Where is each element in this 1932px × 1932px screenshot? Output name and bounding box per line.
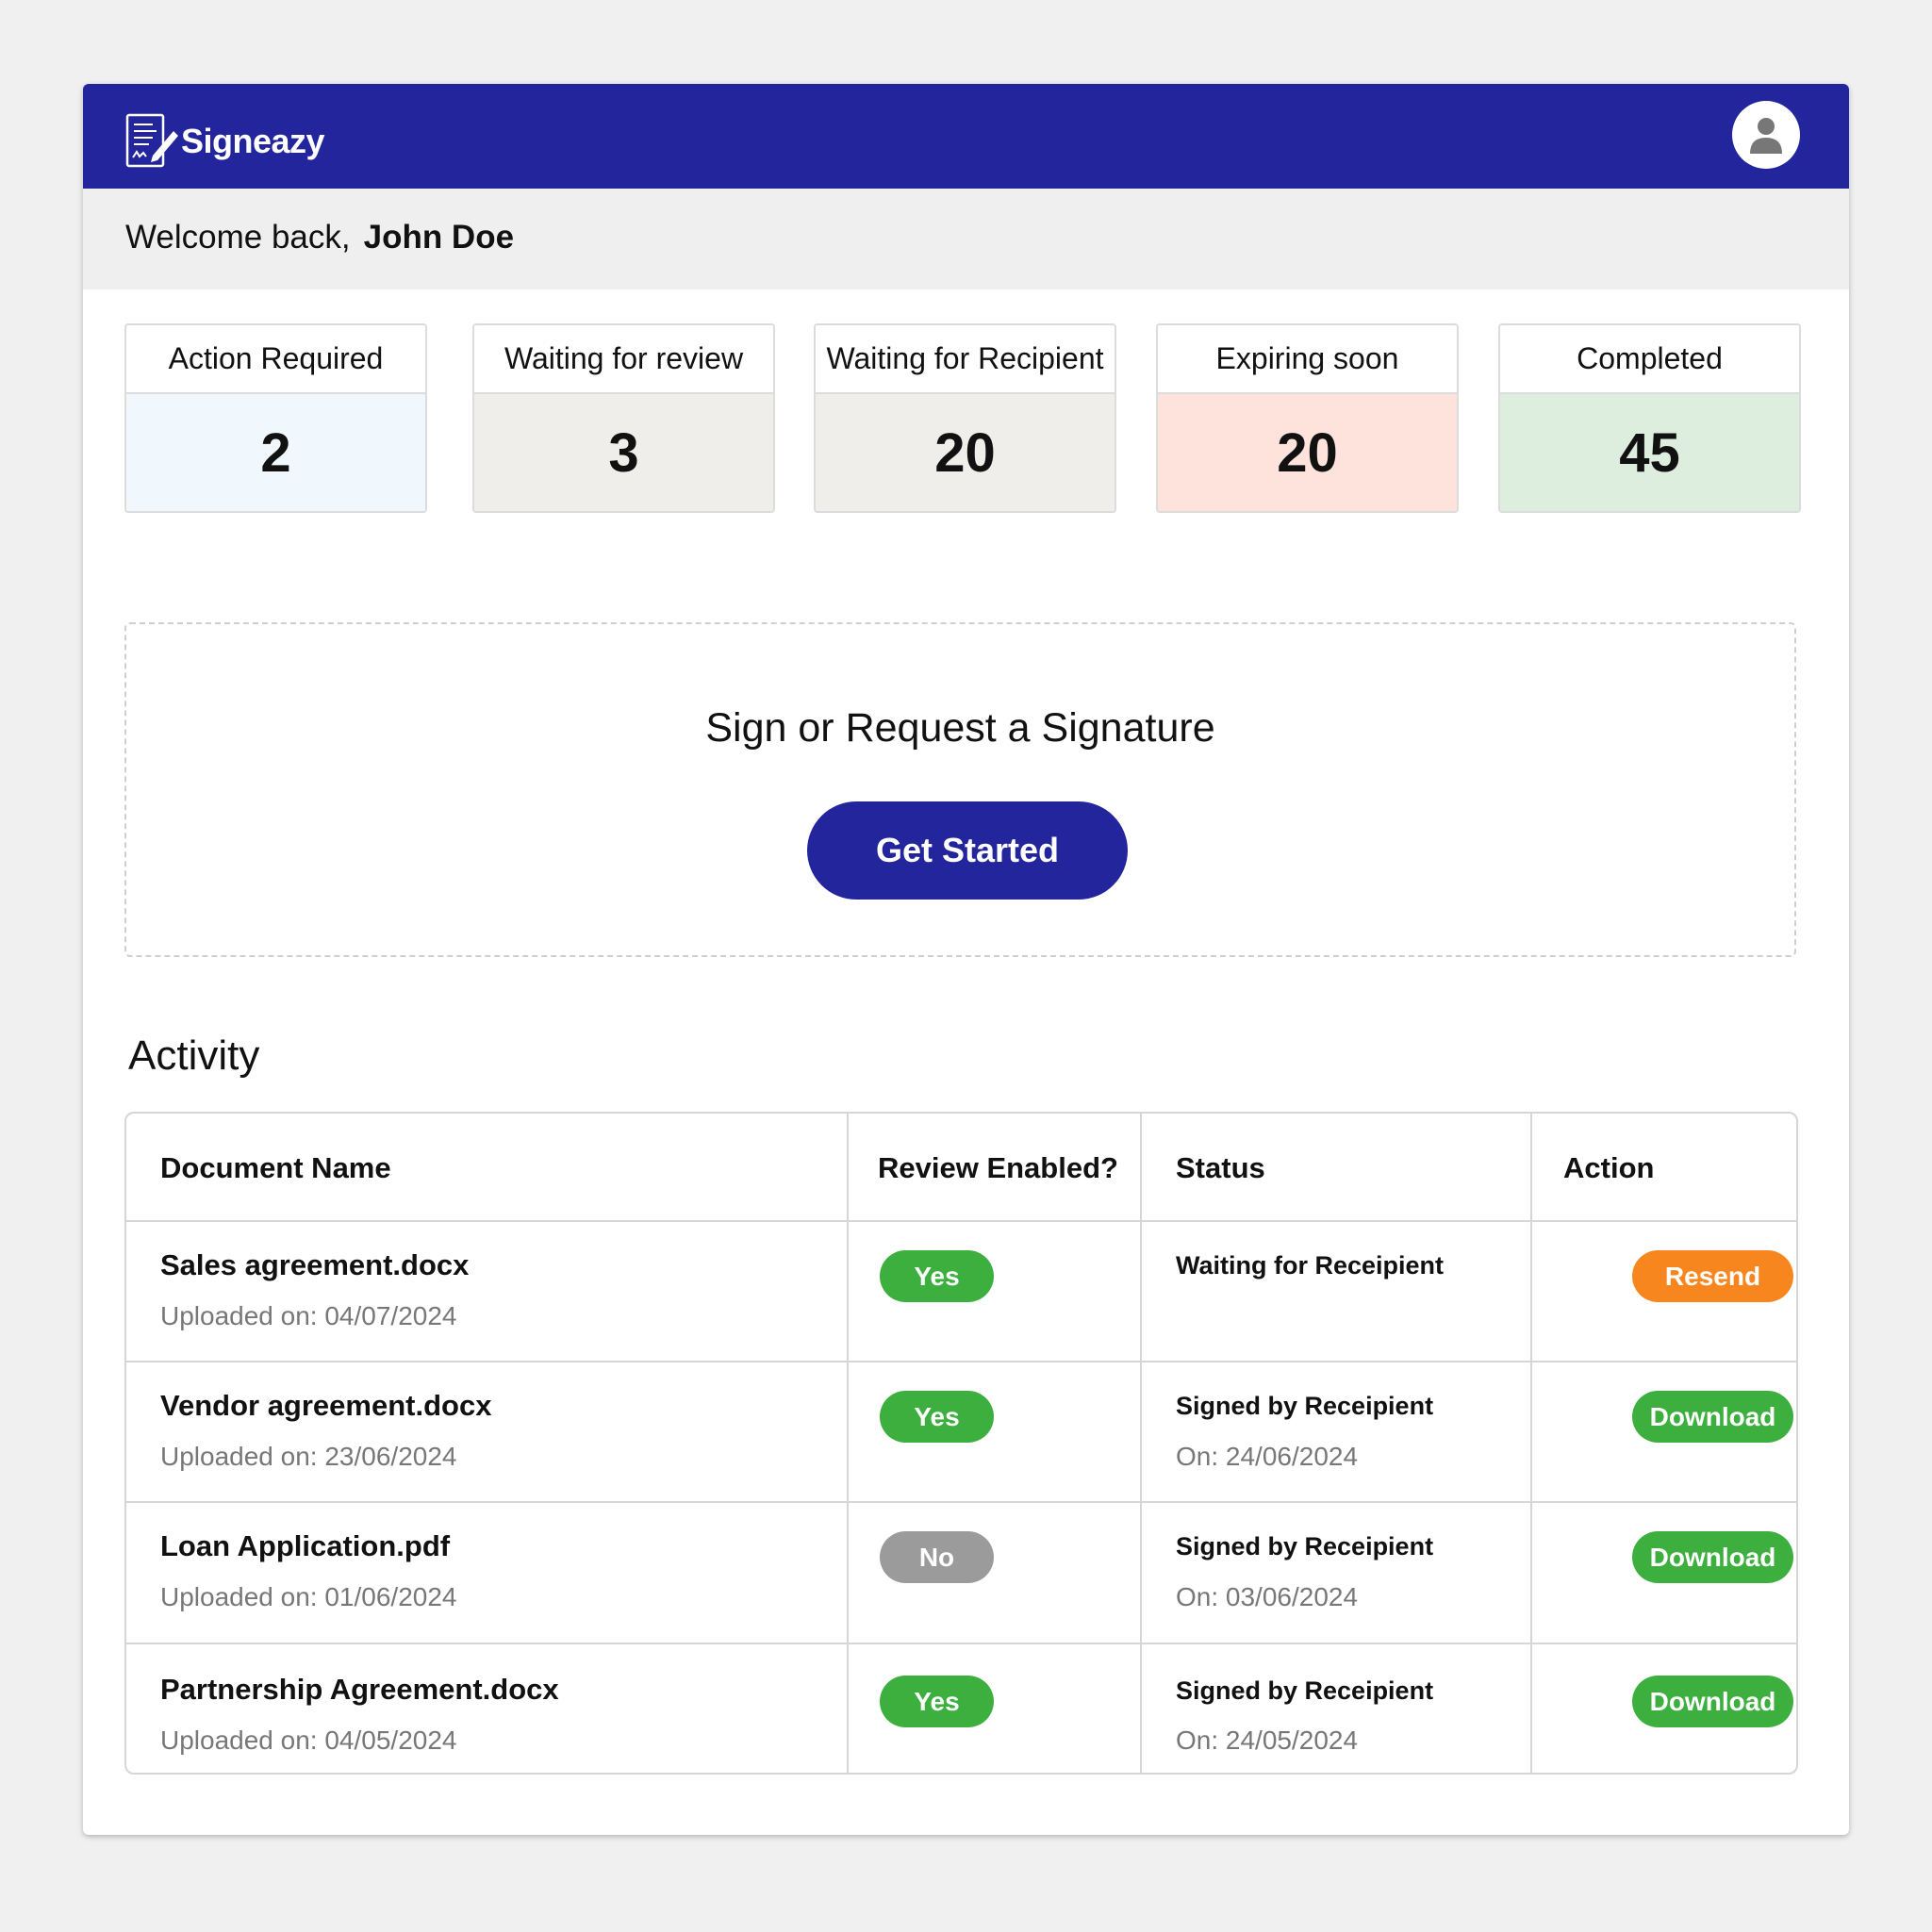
table-row: Vendor agreement.docx Uploaded on: 23/06…: [126, 1362, 1796, 1503]
document-name[interactable]: Loan Application.pdf: [160, 1529, 450, 1563]
stat-card-waiting-for-review[interactable]: Waiting for review 3: [472, 323, 775, 513]
stat-value: 3: [474, 394, 773, 511]
table-row: Sales agreement.docx Uploaded on: 04/07/…: [126, 1222, 1796, 1362]
status-text: Waiting for Receipient: [1176, 1251, 1445, 1280]
column-header-status: Status: [1176, 1150, 1265, 1184]
welcome-bar: Welcome back, John Doe: [83, 189, 1849, 289]
stat-value: 20: [816, 394, 1115, 511]
document-name[interactable]: Sales agreement.docx: [160, 1248, 469, 1282]
get-started-button[interactable]: Get Started: [807, 801, 1128, 900]
welcome-greeting: Welcome back,: [125, 219, 351, 256]
stat-value: 20: [1158, 394, 1457, 511]
stat-card-action-required[interactable]: Action Required 2: [124, 323, 427, 513]
welcome-message: Welcome back, John Doe: [125, 219, 514, 256]
stat-value: 45: [1500, 394, 1799, 511]
column-header-review-enabled: Review Enabled?: [878, 1150, 1118, 1184]
column-header-document-name: Document Name: [160, 1150, 391, 1184]
stat-value: 2: [126, 394, 425, 511]
stat-label: Waiting for Recipient: [816, 325, 1115, 394]
download-button[interactable]: Download: [1632, 1531, 1793, 1583]
stat-card-waiting-for-recipient[interactable]: Waiting for Recipient 20: [814, 323, 1116, 513]
review-badge: No: [880, 1531, 994, 1583]
stat-card-expiring-soon[interactable]: Expiring soon 20: [1156, 323, 1459, 513]
stat-card-completed[interactable]: Completed 45: [1498, 323, 1801, 513]
review-badge: Yes: [880, 1391, 994, 1443]
table-row: Partnership Agreement.docx Uploaded on: …: [126, 1644, 1796, 1773]
upload-date: Uploaded on: 04/05/2024: [160, 1726, 457, 1755]
status-date: On: 24/06/2024: [1176, 1442, 1359, 1471]
column-header-action: Action: [1563, 1150, 1655, 1184]
document-name[interactable]: Partnership Agreement.docx: [160, 1673, 559, 1707]
download-button[interactable]: Download: [1632, 1391, 1793, 1443]
top-bar: Signeazy: [83, 84, 1849, 189]
stat-label: Action Required: [126, 325, 425, 394]
user-icon: [1750, 118, 1782, 154]
status-date: On: 03/06/2024: [1176, 1582, 1359, 1611]
upload-date: Uploaded on: 04/07/2024: [160, 1301, 457, 1330]
sign-request-title: Sign or Request a Signature: [705, 705, 1215, 751]
stat-label: Expiring soon: [1158, 325, 1457, 394]
logo[interactable]: Signeazy: [124, 112, 325, 171]
activity-table: Document Name Review Enabled? Status Act…: [124, 1112, 1798, 1775]
upload-date: Uploaded on: 01/06/2024: [160, 1582, 457, 1611]
document-signature-icon: [125, 113, 178, 168]
document-name[interactable]: Vendor agreement.docx: [160, 1389, 491, 1423]
stat-label: Waiting for review: [474, 325, 773, 394]
resend-button[interactable]: Resend: [1632, 1250, 1793, 1302]
status-text: Signed by Receipient: [1176, 1392, 1434, 1420]
status-text: Signed by Receipient: [1176, 1532, 1434, 1560]
table-header: Document Name Review Enabled? Status Act…: [126, 1114, 1796, 1222]
stat-label: Completed: [1500, 325, 1799, 394]
app-window: Signeazy Welcome back, John Doe Action Re…: [83, 84, 1849, 1835]
review-badge: Yes: [880, 1676, 994, 1727]
table-row: Loan Application.pdf Uploaded on: 01/06/…: [126, 1503, 1796, 1644]
user-name: John Doe: [363, 219, 515, 256]
review-badge: Yes: [880, 1250, 994, 1302]
upload-date: Uploaded on: 23/06/2024: [160, 1442, 457, 1471]
download-button[interactable]: Download: [1632, 1676, 1793, 1727]
user-avatar[interactable]: [1732, 101, 1800, 169]
status-text: Signed by Receipient: [1176, 1676, 1434, 1705]
activity-title: Activity: [128, 1032, 260, 1079]
status-date: On: 24/05/2024: [1176, 1726, 1359, 1755]
app-name: Signeazy: [181, 122, 325, 160]
sign-request-panel: Sign or Request a Signature Get Started: [124, 622, 1796, 957]
